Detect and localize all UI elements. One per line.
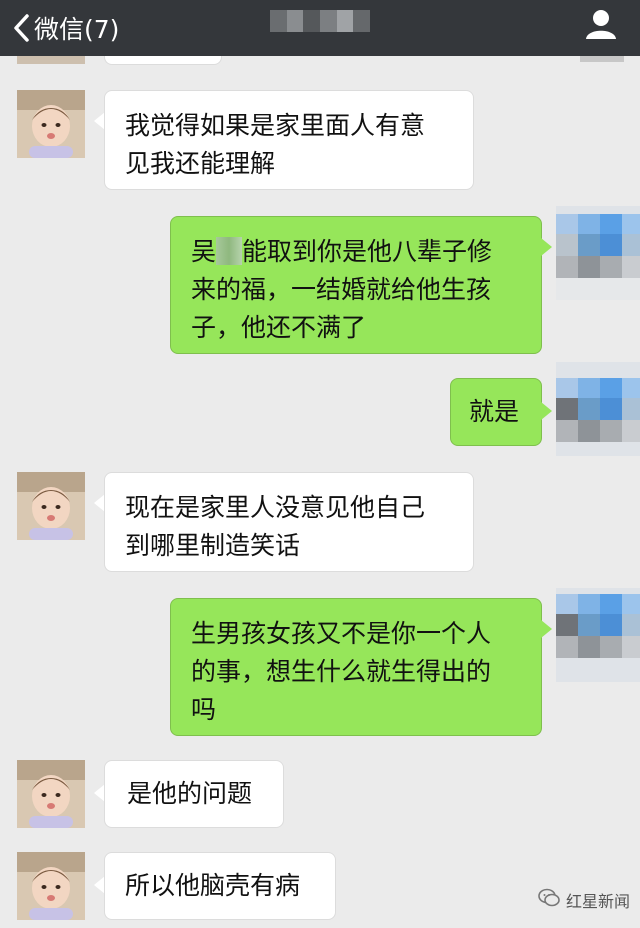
bubble-tail	[541, 402, 552, 420]
avatar[interactable]	[17, 90, 85, 158]
bubble-tail	[541, 620, 552, 638]
back-label: 微信(7)	[34, 15, 120, 44]
top-bar: 微信(7)	[0, 0, 640, 56]
avatar-self[interactable]	[556, 206, 640, 300]
avatar[interactable]	[17, 760, 85, 828]
redacted-name	[216, 237, 243, 265]
chevron-left-icon	[12, 13, 30, 43]
person-icon	[584, 10, 618, 44]
wechat-official-icon	[538, 888, 560, 912]
avatar[interactable]	[17, 472, 85, 540]
watermark: 红星新闻	[538, 888, 630, 912]
message-bubble-outgoing[interactable]: 吴能取到你是他八辈子修 来的福，一结婚就给他生孩 子，他还不满了	[170, 216, 542, 354]
message-bubble-outgoing[interactable]: 就是	[450, 378, 542, 446]
message-bubble-incoming[interactable]: 是他的问题	[104, 760, 284, 828]
watermark-label: 红星新闻	[565, 892, 630, 911]
previous-bubble-edge	[104, 56, 222, 65]
avatar-self[interactable]	[556, 588, 640, 682]
back-button[interactable]: 微信(7)	[12, 0, 119, 56]
bubble-tail	[541, 238, 552, 256]
chat-info-button[interactable]	[584, 8, 618, 44]
chat-title-blurred	[270, 10, 371, 32]
message-bubble-incoming[interactable]: 所以他脑壳有病	[104, 852, 336, 920]
message-bubble-incoming[interactable]: 现在是家里人没意见他自己 到哪里制造笑话	[104, 472, 474, 572]
previous-avatar-edge-right	[580, 56, 624, 62]
message-bubble-outgoing[interactable]: 生男孩女孩又不是你一个人 的事，想生什么就生得出的 吗	[170, 598, 542, 736]
avatar-self[interactable]	[556, 362, 640, 456]
previous-avatar-edge	[17, 56, 85, 64]
message-text-part: 吴	[191, 237, 217, 266]
avatar[interactable]	[17, 852, 85, 920]
message-bubble-incoming[interactable]: 我觉得如果是家里面人有意 见我还能理解	[104, 90, 474, 190]
